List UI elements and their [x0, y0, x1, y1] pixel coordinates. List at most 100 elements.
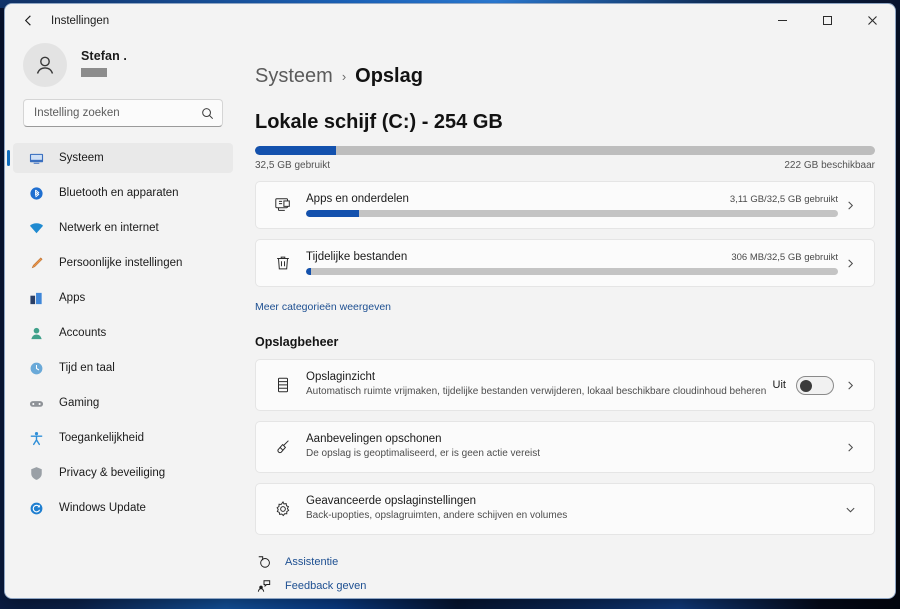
network-icon: [27, 219, 45, 237]
sidebar-item-label: Tijd en taal: [59, 362, 115, 374]
sidebar-item-windows-update[interactable]: Windows Update: [13, 493, 233, 523]
apps-icon: [27, 289, 45, 307]
feedback-link[interactable]: Feedback geven: [255, 579, 875, 593]
chevron-right-icon[interactable]: [838, 442, 862, 453]
window-title: Instellingen: [51, 14, 110, 27]
system-icon: [27, 149, 45, 167]
sidebar-item-bluetooth-en-apparaten[interactable]: Bluetooth en apparaten: [13, 178, 233, 208]
drive-title: Lokale schijf (C:) - 254 GB: [255, 111, 503, 133]
drive-used-label: 32,5 GB gebruikt: [255, 160, 331, 171]
feedback-link-label: Feedback geven: [285, 580, 367, 592]
maximize-button[interactable]: [805, 4, 850, 37]
category-usage-bar-fill: [306, 210, 360, 217]
help-icon: [255, 555, 273, 569]
search-input[interactable]: [34, 107, 201, 119]
back-button[interactable]: [13, 6, 43, 36]
category-size: 3,11 GB/32,5 GB gebruikt: [729, 194, 838, 205]
sidebar-item-label: Systeem: [59, 152, 104, 164]
option-description: Back-upopties, opslagruimten, andere sch…: [306, 510, 568, 522]
sidebar-item-gaming[interactable]: Gaming: [13, 388, 233, 418]
profile-section[interactable]: Stefan .: [5, 37, 241, 97]
category-name: Tijdelijke bestanden: [306, 251, 408, 263]
accounts-icon: [27, 324, 45, 342]
storage-category-row[interactable]: Apps en onderdelen 3,11 GB/32,5 GB gebru…: [255, 181, 875, 229]
sidebar: Stefan . Instelling zoeken Systeem Bluet…: [5, 37, 241, 598]
profile-account-redacted: [81, 68, 107, 78]
title-bar: Instellingen: [5, 4, 895, 37]
help-link[interactable]: Assistentie: [255, 555, 875, 569]
sidebar-item-label: Netwerk en internet: [59, 222, 159, 234]
breadcrumb-separator: ›: [341, 69, 347, 84]
show-more-categories-link[interactable]: Meer categorieën weergeven: [255, 301, 391, 313]
option-title: Opslaginzicht: [306, 371, 376, 384]
user-avatar-icon: [36, 56, 54, 74]
category-usage-bar: [306, 210, 838, 217]
gear-icon: [270, 500, 296, 518]
time-language-icon: [27, 359, 45, 377]
bluetooth-icon: [27, 184, 45, 202]
back-arrow-icon: [24, 15, 31, 26]
feedback-icon: [255, 579, 273, 593]
minimize-button[interactable]: [760, 4, 805, 37]
chevron-right-icon[interactable]: [838, 200, 862, 211]
search-box[interactable]: [23, 99, 223, 127]
option-description: De opslag is geoptimaliseerd, er is geen…: [306, 448, 541, 460]
chevron-down-icon[interactable]: [838, 504, 862, 515]
apps-monitor-icon: [270, 196, 296, 214]
sidebar-item-label: Apps: [59, 292, 86, 304]
storage-category-row[interactable]: Tijdelijke bestanden 306 MB/32,5 GB gebr…: [255, 239, 875, 287]
sidebar-item-label: Toegankelijkheid: [59, 432, 145, 444]
close-button[interactable]: [850, 4, 895, 37]
chevron-right-icon[interactable]: [838, 380, 862, 391]
option-title: Aanbevelingen opschonen: [306, 433, 442, 446]
drive-usage-bar-fill: [255, 146, 336, 155]
sidebar-item-accounts[interactable]: Accounts: [13, 318, 233, 348]
settings-window: Instellingen Stefan . Instelling zoeken …: [4, 3, 896, 599]
sidebar-item-persoonlijke-instellingen[interactable]: Persoonlijke instellingen: [13, 248, 233, 278]
drive-usage-legend: 32,5 GB gebruikt 222 GB beschikbaar: [255, 160, 875, 171]
breadcrumb-parent[interactable]: Systeem: [255, 65, 333, 88]
storage-sense-row[interactable]: Opslaginzicht Automatisch ruimte vrijmak…: [255, 359, 875, 411]
windows-update-icon: [27, 499, 45, 517]
personalization-icon: [27, 254, 45, 272]
storage-management-heading: Opslagbeheer: [255, 335, 339, 349]
search-icon: [201, 107, 214, 120]
close-icon: [868, 16, 877, 25]
sidebar-item-label: Windows Update: [59, 502, 146, 514]
sidebar-item-label: Gaming: [59, 397, 100, 409]
sidebar-item-apps[interactable]: Apps: [13, 283, 233, 313]
storage-sense-toggle-group[interactable]: Uit: [772, 375, 834, 395]
avatar: [23, 43, 67, 87]
sidebar-item-tijd-en-taal[interactable]: Tijd en taal: [13, 353, 233, 383]
drive-free-label: 222 GB beschikbaar: [784, 160, 875, 171]
page-title: Opslag: [355, 65, 423, 87]
breadcrumb: Systeem › Opslag: [255, 65, 875, 88]
cleanup-recommendations-row[interactable]: Aanbevelingen opschonen De opslag is geo…: [255, 421, 875, 473]
accessibility-icon: [27, 429, 45, 447]
sidebar-item-label: Persoonlijke instellingen: [59, 257, 183, 269]
advanced-storage-settings-row[interactable]: Geavanceerde opslaginstellingen Back-upo…: [255, 483, 875, 535]
option-title: Geavanceerde opslaginstellingen: [306, 495, 477, 508]
chevron-right-icon[interactable]: [838, 258, 862, 269]
storage-sense-toggle[interactable]: [796, 375, 834, 395]
storage-sense-icon: [270, 376, 296, 394]
toggle-knob: [800, 379, 812, 392]
window-controls: [760, 4, 895, 37]
privacy-shield-icon: [27, 464, 45, 482]
category-name: Apps en onderdelen: [306, 193, 409, 205]
sidebar-item-netwerk-en-internet[interactable]: Netwerk en internet: [13, 213, 233, 243]
category-usage-bar-fill: [306, 268, 312, 275]
minimize-icon: [778, 20, 787, 21]
sidebar-nav: Systeem Bluetooth en apparaten Netwerk e…: [5, 143, 241, 528]
footer-links: Assistentie Feedback geven: [255, 555, 875, 593]
toggle-state-label: Uit: [772, 379, 786, 391]
sidebar-item-privacy-beveiliging[interactable]: Privacy & beveiliging: [13, 458, 233, 488]
category-usage-bar: [306, 268, 838, 275]
main-content: Systeem › Opslag Lokale schijf (C:) - 25…: [241, 37, 895, 598]
maximize-icon: [823, 16, 832, 25]
profile-name: Stefan .: [81, 49, 127, 63]
category-size: 306 MB/32,5 GB gebruikt: [731, 252, 838, 263]
sidebar-item-toegankelijkheid[interactable]: Toegankelijkheid: [13, 423, 233, 453]
sidebar-item-systeem[interactable]: Systeem: [7, 143, 233, 173]
broom-icon: [270, 438, 296, 456]
